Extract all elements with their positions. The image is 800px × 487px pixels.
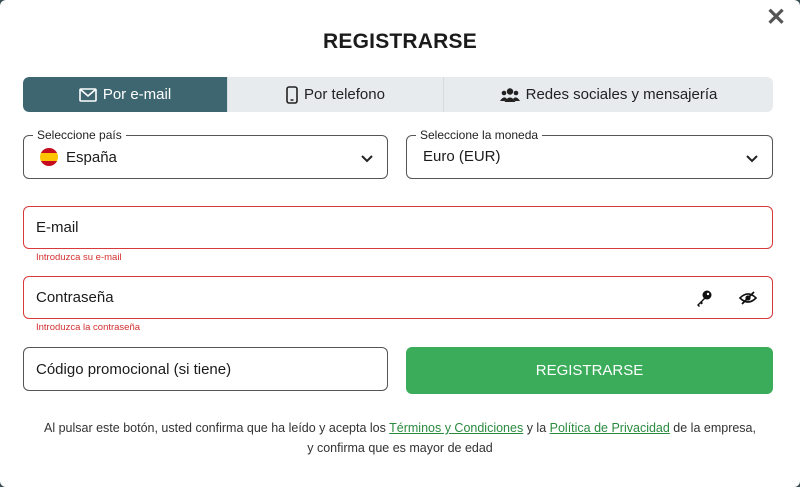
chevron-down-icon xyxy=(361,155,373,163)
password-placeholder: Contraseña xyxy=(36,289,114,306)
tab-social-label: Redes sociales y mensajería xyxy=(525,86,718,103)
close-icon[interactable]: ✕ xyxy=(764,6,788,30)
legal-text-before: Al pulsar este botón, usted confirma que… xyxy=(44,421,390,435)
legal-text-middle: y la xyxy=(523,421,550,435)
legal-notice: Al pulsar este botón, usted confirma que… xyxy=(0,418,800,458)
privacy-link[interactable]: Política de Privacidad xyxy=(550,421,670,435)
users-icon xyxy=(499,87,520,103)
country-legend: Seleccione país xyxy=(33,127,126,143)
tab-social[interactable]: Redes sociales y mensajería xyxy=(444,77,773,112)
country-select[interactable]: Seleccione país España xyxy=(23,127,388,179)
modal-title: REGISTRARSE xyxy=(323,30,477,53)
eye-slash-icon[interactable] xyxy=(738,288,758,308)
currency-select[interactable]: Seleccione la moneda Euro (EUR) xyxy=(406,127,773,179)
spain-flag-icon xyxy=(40,148,58,166)
terms-link[interactable]: Términos y Condiciones xyxy=(389,421,523,435)
legal-text-after: de la empresa, xyxy=(669,421,756,435)
currency-value: Euro (EUR) xyxy=(423,148,501,165)
registration-tabs: Por e-mail Por telefono Redes sociales y… xyxy=(23,77,773,112)
tab-email-label: Por e-mail xyxy=(102,86,172,103)
registration-modal: ✕ REGISTRARSE Por e-mail Por telefono Re… xyxy=(0,0,800,487)
phone-icon xyxy=(286,85,298,104)
password-input[interactable]: Contraseña xyxy=(23,276,773,319)
email-input[interactable]: E-mail xyxy=(23,206,773,249)
chevron-down-icon xyxy=(746,155,758,163)
email-placeholder: E-mail xyxy=(36,219,79,236)
promo-placeholder: Código promocional (si tiene) xyxy=(36,361,232,378)
country-value: España xyxy=(66,148,117,166)
register-button[interactable]: REGISTRARSE xyxy=(406,347,773,394)
promo-code-input[interactable]: Código promocional (si tiene) xyxy=(23,347,388,391)
tab-phone[interactable]: Por telefono xyxy=(228,77,444,112)
tab-email[interactable]: Por e-mail xyxy=(23,77,228,112)
password-error: Introduzca la contraseña xyxy=(36,322,141,333)
currency-legend: Seleccione la moneda xyxy=(416,127,543,143)
key-icon[interactable] xyxy=(694,288,714,308)
envelope-icon xyxy=(79,87,97,102)
tab-phone-label: Por telefono xyxy=(304,86,385,103)
email-error: Introduzca su e-mail xyxy=(36,252,122,263)
legal-line-2: y confirma que es mayor de edad xyxy=(307,441,493,455)
